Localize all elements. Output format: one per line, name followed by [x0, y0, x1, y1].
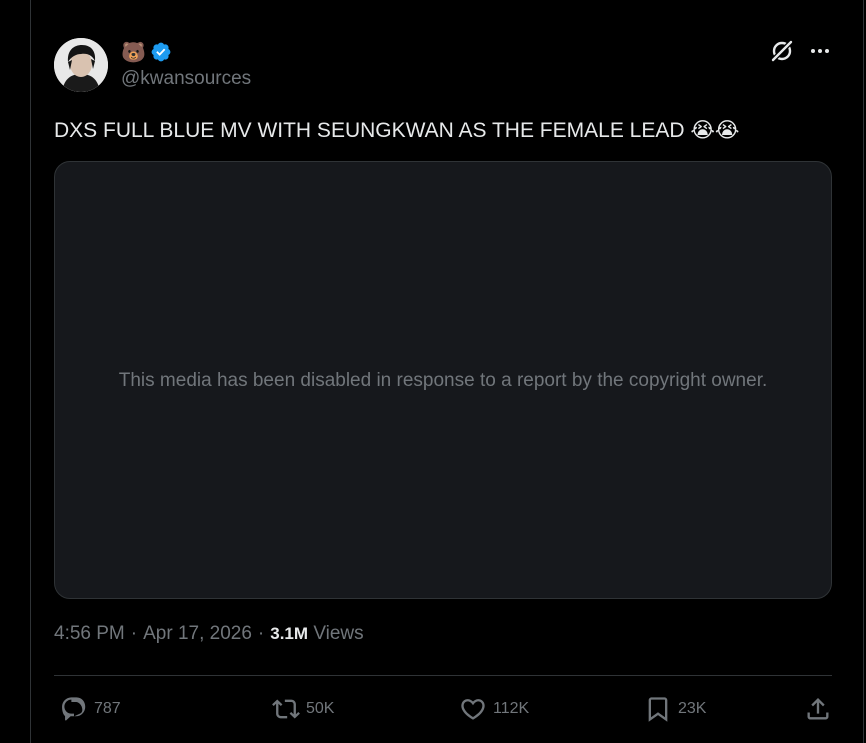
share-button[interactable] [804, 692, 832, 726]
tweet-meta: 4:56 PM · Apr 17, 2026 · 3.1M Views [54, 623, 364, 645]
bookmark-button[interactable]: 23K [644, 692, 706, 726]
like-count: 112K [493, 700, 530, 717]
meta-separator: · [130, 623, 138, 644]
tweet-text-emojis: 😭😭 [690, 118, 740, 142]
meta-separator: · [257, 623, 265, 644]
avatar[interactable] [54, 38, 108, 92]
repost-count: 50K [306, 700, 335, 717]
author-name-row[interactable]: 🐻 [121, 40, 172, 64]
bookmark-icon [644, 695, 672, 723]
repost-button[interactable]: 50K [272, 692, 334, 726]
reply-button[interactable]: 787 [60, 692, 121, 726]
reply-icon [60, 695, 88, 723]
media-disabled-message: This media has been disabled in response… [118, 369, 768, 391]
action-bar: 787 50K 112K 23K [54, 692, 832, 726]
share-icon [804, 695, 832, 723]
reply-count: 787 [94, 700, 121, 717]
divider [54, 675, 832, 676]
author-handle[interactable]: @kwansources [121, 68, 251, 90]
heart-icon [459, 695, 487, 723]
tweet-text: DXS FULL BLUE MV WITH SEUNGKWAN AS THE F… [54, 115, 739, 146]
bookmark-count: 23K [678, 700, 707, 717]
like-button[interactable]: 112K [459, 692, 529, 726]
media-disabled-card: This media has been disabled in response… [54, 161, 832, 599]
author-name[interactable]: 🐻 [121, 41, 146, 63]
repost-icon [272, 695, 300, 723]
verified-badge-icon[interactable] [150, 41, 172, 63]
views-label: Views [313, 623, 364, 644]
views-count: 3.1M [270, 624, 309, 643]
more-options-icon[interactable] [807, 38, 833, 64]
tweet-text-body: DXS FULL BLUE MV WITH SEUNGKWAN AS THE F… [54, 119, 691, 142]
tweet-time[interactable]: 4:56 PM [54, 623, 125, 645]
grok-icon[interactable] [769, 38, 795, 64]
tweet-date[interactable]: Apr 17, 2026 [143, 623, 252, 645]
tweet-detail: 🐻 @kwansources DXS FULL BLUE MV WITH SEU… [30, 0, 864, 743]
avatar-image [54, 38, 108, 92]
